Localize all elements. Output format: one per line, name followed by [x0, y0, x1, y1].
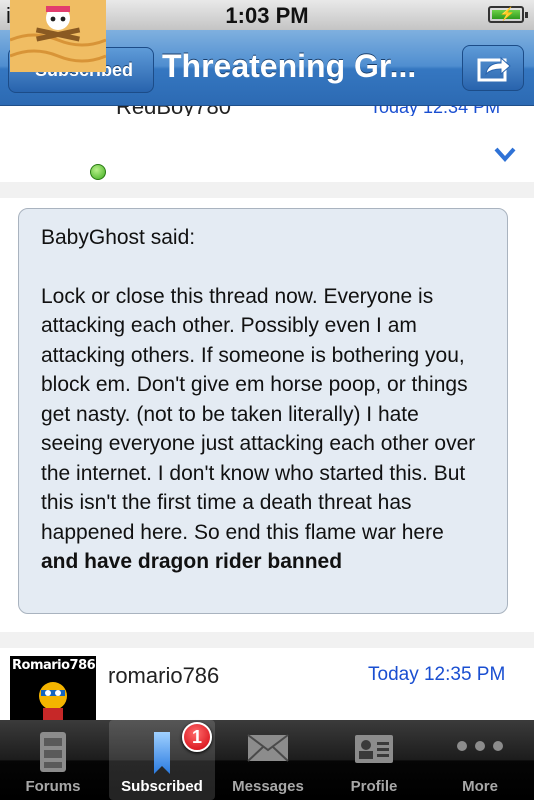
tab-label: Subscribed: [121, 778, 203, 795]
tab-label: Messages: [232, 778, 304, 795]
tab-label: Forums: [25, 778, 81, 795]
post-date: Today 12:34 PM: [370, 106, 501, 116]
avatar[interactable]: [10, 0, 106, 72]
post-username[interactable]: romario786: [108, 663, 219, 689]
share-button[interactable]: [462, 45, 524, 91]
avatar-caption: Romario786: [12, 658, 96, 673]
tab-bar: Forums Subscribed Messages Profile More: [0, 720, 534, 800]
tab-label: Profile: [350, 778, 398, 795]
share-icon: [477, 56, 511, 82]
tab-messages[interactable]: Messages: [215, 720, 321, 800]
forums-icon: [40, 732, 66, 772]
bookmark-icon: [154, 732, 170, 774]
tab-forums[interactable]: Forums: [0, 720, 106, 800]
quote-text: Lock or close this thread now. Everyone …: [41, 284, 476, 544]
post-username[interactable]: RedBoy780: [116, 106, 256, 116]
post-separator: [0, 182, 534, 198]
quote-bold-text: and have dragon rider banned: [41, 550, 343, 573]
more-dots-icon: [457, 741, 503, 751]
tab-profile[interactable]: Profile: [321, 720, 427, 800]
post-header-top: [0, 106, 534, 182]
quote-block: BabyGhost said: Lock or close this threa…: [18, 208, 508, 614]
profile-card-icon: [355, 735, 393, 763]
battery-icon: ⚡: [488, 6, 528, 23]
post-date: Today 12:35 PM: [368, 664, 506, 685]
tab-more[interactable]: More: [427, 720, 533, 800]
quote-author: BabyGhost said:: [41, 226, 196, 249]
online-status-icon: [90, 164, 106, 180]
avatar[interactable]: Romario786: [10, 656, 96, 720]
notification-badge: 1: [182, 722, 212, 752]
page-title: Threatening Gr...: [162, 48, 417, 84]
avatar-image: [10, 0, 106, 72]
chevron-down-icon[interactable]: [494, 146, 516, 162]
post-separator: [0, 632, 534, 648]
envelope-icon: [247, 734, 289, 762]
tab-label: More: [462, 778, 498, 795]
